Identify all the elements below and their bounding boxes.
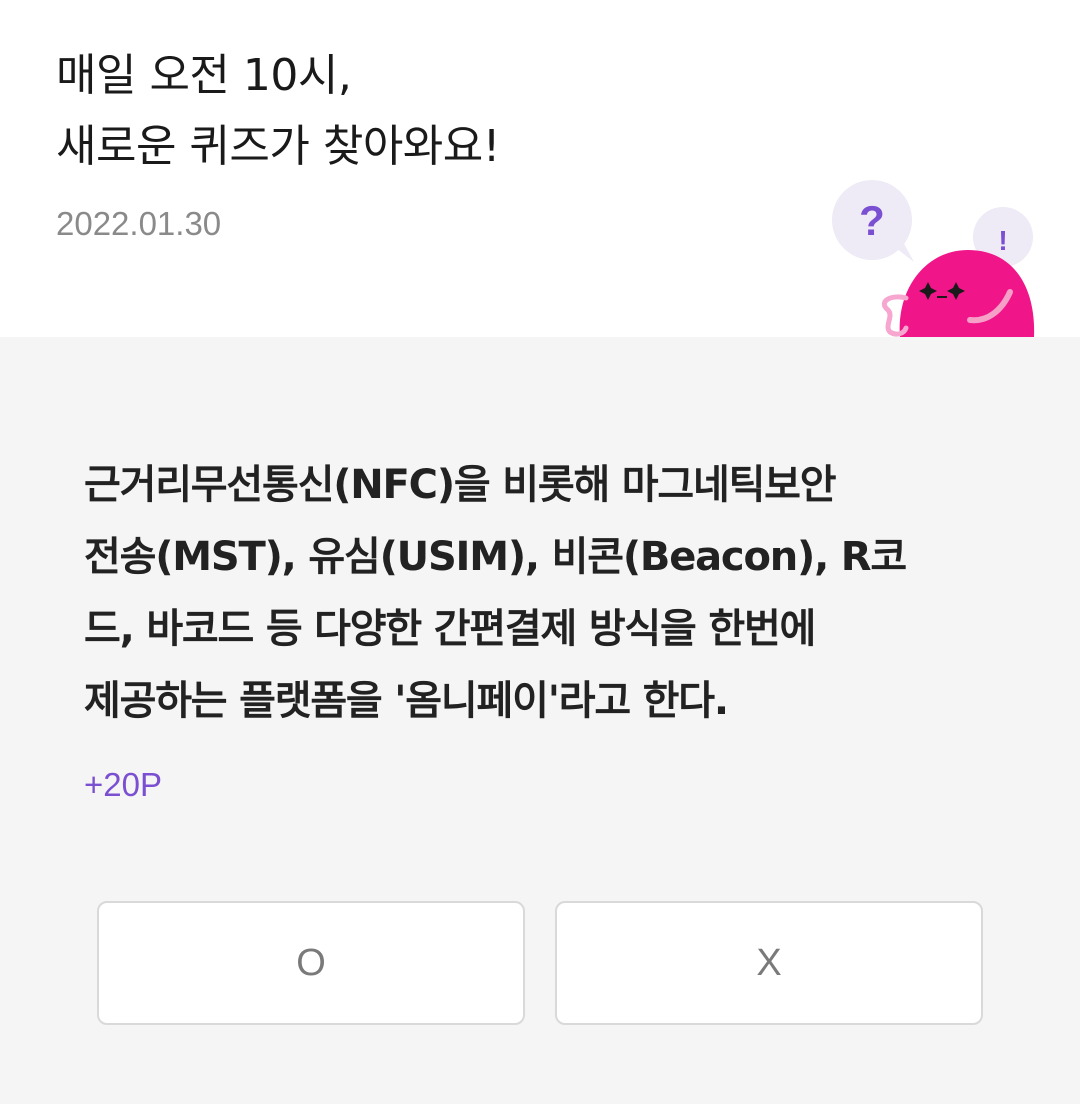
headline-line-2: 새로운 퀴즈가 찾아와요! [56, 121, 500, 172]
answer-x-button[interactable]: X [555, 901, 983, 1025]
page-title: 매일 오전 10시, 새로운 퀴즈가 찾아와요! [56, 40, 500, 182]
quiz-date: 2022.01.30 [56, 205, 222, 242]
pink-character-mascot-icon: ? ! [832, 180, 1035, 337]
answer-o-label: O [296, 941, 326, 984]
quiz-question: 근거리무선통신(NFC)을 비롯해 마그네틱보안 전송(MST), 유심(USI… [84, 449, 1004, 737]
question-mark-text: ? [859, 197, 885, 244]
answer-o-button[interactable]: O [97, 901, 525, 1025]
question-line-3: 드, 바코드 등 다양한 간편결제 방식을 한번에 [84, 606, 816, 652]
exclamation-mark-text: ! [998, 225, 1007, 256]
quiz-header: 매일 오전 10시, 새로운 퀴즈가 찾아와요! 2022.01.30 ? ! [0, 0, 1080, 337]
question-line-4: 제공하는 플랫폼을 '옴니페이'라고 한다. [84, 678, 729, 724]
headline-line-1: 매일 오전 10시, [56, 50, 352, 101]
reward-points: +20P [84, 766, 162, 803]
question-line-2: 전송(MST), 유심(USIM), 비콘(Beacon), R코 [84, 534, 907, 580]
question-line-1: 근거리무선통신(NFC)을 비롯해 마그네틱보안 [84, 462, 837, 508]
answer-x-label: X [756, 941, 782, 984]
quiz-card: 근거리무선통신(NFC)을 비롯해 마그네틱보안 전송(MST), 유심(USI… [0, 337, 1080, 1104]
